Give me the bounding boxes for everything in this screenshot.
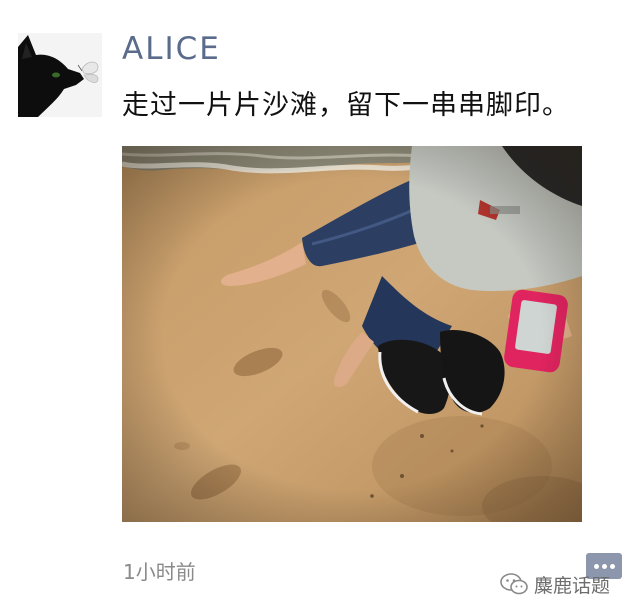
post-timestamp: 1小时前 [123, 560, 196, 584]
moments-post: ALICE 走过一片片沙滩，留下一串串脚印。 1小时前 麋鹿话题 [0, 0, 640, 615]
cat-avatar-icon [18, 33, 102, 117]
watermark: 麋鹿话题 [500, 568, 610, 600]
beach-footprints-image [122, 146, 582, 522]
post-photo[interactable] [122, 146, 582, 522]
avatar[interactable] [18, 33, 102, 117]
post-caption: 走过一片片沙滩，留下一串串脚印。 [122, 90, 570, 121]
more-dot-icon [610, 564, 615, 569]
wechat-logo-icon [500, 573, 528, 595]
username-link[interactable]: ALICE [122, 31, 221, 67]
watermark-text: 麋鹿话题 [534, 574, 611, 597]
